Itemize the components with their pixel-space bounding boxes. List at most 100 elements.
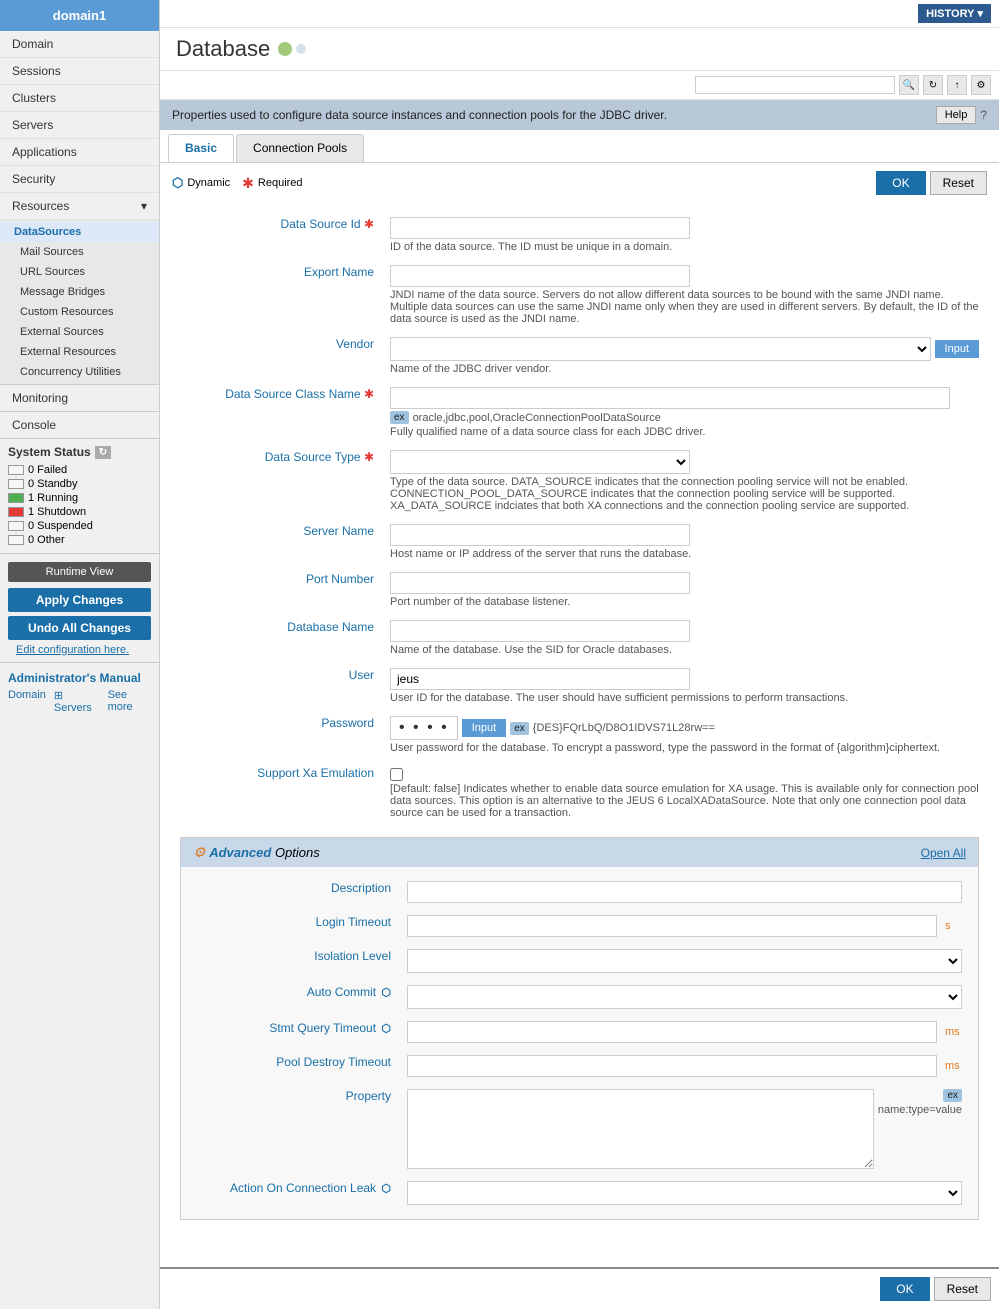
port-number-input[interactable] [390, 572, 690, 594]
pool-destroy-timeout-input[interactable] [407, 1055, 937, 1077]
advanced-body: Description Login Timeout s [181, 867, 978, 1219]
refresh-icon[interactable]: ↻ [923, 75, 943, 95]
sidebar-item-message-bridges[interactable]: Message Bridges [0, 282, 159, 302]
status-other: 0 Other [8, 533, 151, 547]
history-button[interactable]: HISTORY ▾ [918, 4, 991, 23]
sidebar-item-external-resources[interactable]: External Resources [0, 342, 159, 362]
isolation-level-select[interactable] [407, 949, 962, 973]
user-input[interactable] [390, 668, 690, 690]
export-name-input[interactable] [390, 265, 690, 287]
data-source-id-input[interactable] [390, 217, 690, 239]
open-all-link[interactable]: Open All [921, 846, 966, 860]
advanced-title-text: Advanced [209, 845, 271, 860]
admin-manual-see-more-link[interactable]: See more [108, 689, 151, 714]
description-input[interactable] [407, 881, 962, 903]
reset-button[interactable]: Reset [930, 171, 987, 195]
data-source-class-name-input[interactable] [390, 387, 950, 409]
action-connection-leak-dynamic-icon: ⬡ [381, 1183, 391, 1195]
bottom-reset-button[interactable]: Reset [934, 1277, 991, 1301]
vendor-row: Vendor Input Name of the JDBC driver ven… [172, 331, 987, 381]
form-table: Data Source Id ✱ ID of the data source. … [172, 211, 987, 825]
sidebar-item-servers[interactable]: Servers [0, 112, 159, 139]
server-name-input[interactable] [390, 524, 690, 546]
description-cell [399, 875, 970, 909]
password-example-tag: ex [510, 722, 529, 735]
apply-changes-button[interactable]: Apply Changes [8, 588, 151, 612]
port-number-desc: Port number of the database listener. [390, 596, 979, 608]
settings-icon[interactable]: ⚙ [971, 75, 991, 95]
property-textarea[interactable] [407, 1089, 874, 1169]
password-row: Password • • • • Input ex {DES}FQrLbQ/D8… [172, 710, 987, 760]
sidebar-item-monitoring[interactable]: Monitoring [0, 385, 159, 412]
search-row: 🔍 ↻ ↑ ⚙ [160, 71, 999, 100]
search-input[interactable] [695, 76, 895, 94]
pool-destroy-timeout-input-row: ms [407, 1055, 962, 1077]
data-source-class-required: ✱ [364, 387, 374, 401]
data-source-type-cell: Type of the data source. DATA_SOURCE ind… [382, 444, 987, 518]
sidebar-item-external-sources[interactable]: External Sources [0, 322, 159, 342]
sidebar-item-domain[interactable]: Domain [0, 31, 159, 58]
tab-basic[interactable]: Basic [168, 134, 234, 162]
admin-manual-servers-link[interactable]: ⊞ Servers [54, 689, 100, 714]
support-xa-cell: [Default: false] Indicates whether to en… [382, 760, 987, 825]
sidebar-item-custom-resources[interactable]: Custom Resources [0, 302, 159, 322]
help-button[interactable]: Help [936, 106, 977, 124]
pool-destroy-timeout-unit: ms [945, 1060, 960, 1072]
auto-commit-row: Auto Commit ⬡ [189, 979, 970, 1015]
login-timeout-cell: s [399, 909, 970, 943]
user-desc: User ID for the database. The user shoul… [390, 692, 979, 704]
sidebar-item-concurrency-utilities[interactable]: Concurrency Utilities [0, 362, 159, 382]
isolation-level-cell [399, 943, 970, 979]
data-source-type-required: ✱ [364, 450, 374, 464]
advanced-icon: ⚙ [193, 844, 206, 860]
server-name-label: Server Name [172, 518, 382, 566]
server-name-cell: Host name or IP address of the server th… [382, 518, 987, 566]
status-indicator-failed [8, 465, 24, 475]
dot-green [278, 42, 292, 56]
legend-dynamic: ⬡ Dynamic [172, 175, 230, 191]
system-status-icon[interactable]: ↻ [95, 446, 111, 459]
sidebar-item-mail-sources[interactable]: Mail Sources [0, 242, 159, 262]
sidebar-item-sessions[interactable]: Sessions [0, 58, 159, 85]
support-xa-checkbox[interactable] [390, 768, 403, 781]
auto-commit-select[interactable] [407, 985, 962, 1009]
admin-manual-domain-link[interactable]: Domain [8, 689, 46, 714]
upload-icon[interactable]: ↑ [947, 75, 967, 95]
ok-button[interactable]: OK [876, 171, 925, 195]
undo-changes-button[interactable]: Undo All Changes [8, 616, 151, 640]
stmt-query-timeout-input[interactable] [407, 1021, 937, 1043]
login-timeout-input[interactable] [407, 915, 937, 937]
domain-title[interactable]: domain1 [0, 0, 159, 31]
sidebar-item-security[interactable]: Security [0, 166, 159, 193]
vendor-input-button[interactable]: Input [935, 340, 979, 358]
login-timeout-input-row: s [407, 915, 962, 937]
sidebar-item-applications[interactable]: Applications [0, 139, 159, 166]
auto-commit-cell [399, 979, 970, 1015]
server-name-desc: Host name or IP address of the server th… [390, 548, 979, 560]
property-cell: ex name:type=value [399, 1083, 970, 1175]
vendor-select[interactable] [390, 337, 931, 361]
user-cell: User ID for the database. The user shoul… [382, 662, 987, 710]
data-source-id-cell: ID of the data source. The ID must be un… [382, 211, 987, 259]
options-label: Options [275, 845, 320, 860]
database-name-input[interactable] [390, 620, 690, 642]
tab-connection-pools[interactable]: Connection Pools [236, 134, 364, 162]
sidebar-item-clusters[interactable]: Clusters [0, 85, 159, 112]
sidebar-item-console[interactable]: Console [0, 412, 159, 439]
sidebar-item-resources[interactable]: Resources ▾ [0, 193, 159, 220]
isolation-level-label: Isolation Level [189, 943, 399, 979]
runtime-view-button[interactable]: Runtime View [8, 562, 151, 582]
vendor-desc: Name of the JDBC driver vendor. [390, 363, 979, 375]
edit-config-link[interactable]: Edit configuration here. [8, 642, 151, 658]
action-on-connection-leak-select[interactable] [407, 1181, 962, 1205]
sidebar-item-url-sources[interactable]: URL Sources [0, 262, 159, 282]
search-icon[interactable]: 🔍 [899, 75, 919, 95]
password-input-button[interactable]: Input [462, 719, 506, 737]
data-source-id-label: Data Source Id ✱ [172, 211, 382, 259]
data-source-type-select[interactable] [390, 450, 690, 474]
sidebar-item-datasources[interactable]: DataSources [0, 222, 159, 242]
info-bar: Properties used to configure data source… [160, 100, 999, 130]
page-dots [278, 42, 306, 56]
bottom-ok-button[interactable]: OK [880, 1277, 929, 1301]
isolation-level-row: Isolation Level [189, 943, 970, 979]
